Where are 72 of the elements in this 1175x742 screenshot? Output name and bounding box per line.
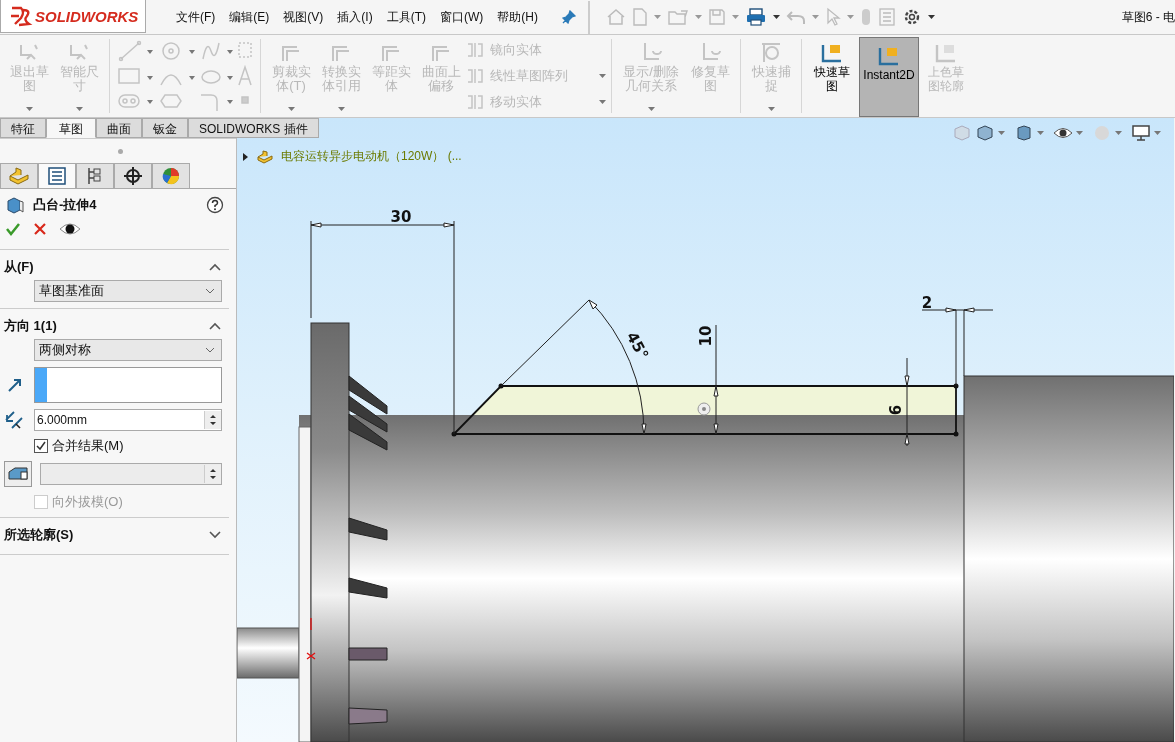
menu-item[interactable]: 窗口(W) <box>440 8 484 26</box>
origin-marker-icon <box>306 617 316 660</box>
chevron-icon[interactable] <box>209 531 221 539</box>
draft-button[interactable] <box>4 461 32 487</box>
cube-view-icon[interactable] <box>1014 124 1034 142</box>
dimension-value[interactable]: 30 <box>390 208 412 226</box>
settings-icon[interactable] <box>902 7 922 27</box>
crosshair-icon <box>123 166 143 186</box>
chevron-icon[interactable] <box>205 347 215 353</box>
depth-icon <box>4 410 26 430</box>
eye-icon[interactable] <box>59 222 81 236</box>
chevron-icon[interactable] <box>209 263 221 271</box>
chevron-icon[interactable] <box>205 288 215 294</box>
sketch-tool-icon <box>466 94 484 110</box>
command-tab[interactable]: 特征 <box>0 118 46 138</box>
extrude-icon <box>5 195 25 215</box>
print-icon[interactable] <box>745 7 767 27</box>
menu-item[interactable]: 帮助(H) <box>497 8 538 26</box>
sketch-tool-icon <box>466 42 484 58</box>
dimension-value[interactable]: 2 <box>921 294 933 312</box>
color-wheel-icon <box>161 166 181 186</box>
command-tab[interactable]: SOLIDWORKS 插件 <box>188 118 319 138</box>
logo-mark-icon <box>9 4 33 28</box>
motor-shaft <box>237 627 300 679</box>
monitor-icon[interactable] <box>1131 124 1151 142</box>
sketch-tool-icon <box>466 68 484 84</box>
model-name[interactable]: 电容运转异步电动机（120W） (... <box>281 148 462 165</box>
dimension-value[interactable]: 45° <box>622 328 652 363</box>
sketch-profile[interactable] <box>451 383 959 437</box>
sketch-tool-icon <box>759 41 783 65</box>
command-tab[interactable]: 曲面 <box>96 118 142 138</box>
section-title: 从(F) <box>4 258 34 276</box>
list-icon <box>47 167 67 185</box>
section-title: 方向 1(1) <box>4 317 57 335</box>
command-tab[interactable]: 草图 <box>46 118 96 138</box>
part-icon <box>257 148 273 165</box>
depth-field[interactable]: 6.000mm <box>34 409 222 431</box>
dropdown-field[interactable]: 草图基准面 <box>34 280 222 302</box>
ribbon-button[interactable]: 快速草图 <box>809 35 855 117</box>
close-icon[interactable] <box>33 222 47 236</box>
menu-item[interactable]: 视图(V) <box>283 8 324 26</box>
dimension-value[interactable]: 6 <box>887 404 905 416</box>
logo-text: SOLIDWORKS <box>35 7 139 25</box>
menu-item[interactable]: 编辑(E) <box>229 8 270 26</box>
dimension-value[interactable]: 10 <box>697 325 715 347</box>
menu-item[interactable]: 工具(T) <box>386 8 426 26</box>
part-icon <box>8 166 30 186</box>
pin-icon[interactable] <box>562 10 576 24</box>
document-title: 草图6 - 电 <box>1121 8 1175 26</box>
help-icon[interactable] <box>206 196 224 214</box>
command-tab[interactable]: 钣金 <box>142 118 188 138</box>
caret-icon[interactable] <box>928 15 935 19</box>
cube-view-icon[interactable] <box>975 124 995 142</box>
checkbox[interactable] <box>34 439 48 453</box>
dropdown-field[interactable]: 两侧对称 <box>34 339 222 361</box>
splitter-handle-icon[interactable] <box>117 148 123 154</box>
ribbon-button[interactable]: Instant2D <box>859 37 919 117</box>
tree-icon <box>86 166 104 186</box>
sketch-point-icon <box>697 402 711 416</box>
section-title: 所选轮廓(S) <box>4 526 74 544</box>
selection-list-field[interactable] <box>34 367 222 403</box>
property-manager-title: 凸台-拉伸4 <box>33 196 97 214</box>
checkbox-label[interactable]: 合并结果(M) <box>52 437 124 455</box>
menu-item[interactable]: 插入(I) <box>337 8 373 26</box>
panel-tab[interactable] <box>114 163 152 188</box>
chevron-icon[interactable] <box>209 322 221 330</box>
caret-icon[interactable] <box>773 15 780 19</box>
expand-arrow-icon[interactable] <box>241 152 249 161</box>
draft-angle-field[interactable] <box>40 463 222 485</box>
confirm-icon[interactable] <box>5 221 21 237</box>
spinner-icon[interactable] <box>204 411 221 429</box>
menu-item[interactable]: 文件(F) <box>176 8 216 26</box>
